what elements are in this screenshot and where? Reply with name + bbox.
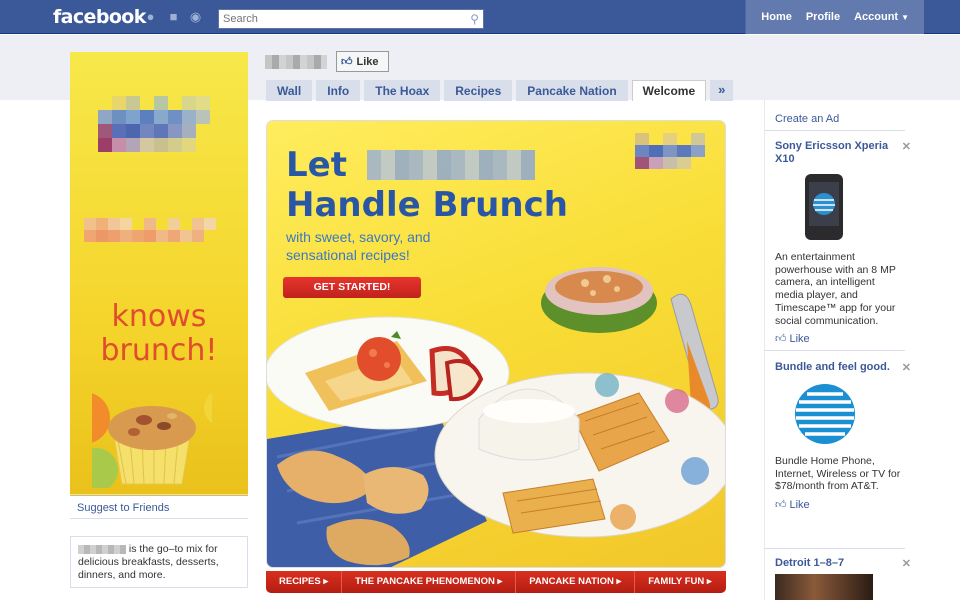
banner-nav-pancake-phenomenon[interactable]: THE PANCAKE PHENOMENON ▸ bbox=[342, 571, 517, 593]
thumbs-up-icon: 👍︎ bbox=[775, 333, 787, 346]
ad-title[interactable]: Sony Ericsson Xperia X10 bbox=[775, 140, 905, 166]
suggest-to-friends-link[interactable]: Suggest to Friends bbox=[77, 502, 169, 514]
friend-requests-icon[interactable]: ● bbox=[143, 10, 158, 24]
close-icon[interactable]: ✕ bbox=[902, 361, 911, 374]
ad-sony-ericsson: Sony Ericsson Xperia X10 ✕ An entertainm… bbox=[775, 140, 911, 345]
top-nav: Home Profile Account ▼ bbox=[745, 0, 924, 34]
chevron-down-icon: ▼ bbox=[901, 13, 909, 22]
ad-body: An entertainment powerhouse with an 8 MP… bbox=[775, 251, 896, 327]
nav-account-label: Account bbox=[854, 11, 899, 23]
thumbs-up-icon: 👍︎ bbox=[341, 56, 353, 68]
nav-home-link[interactable]: Home bbox=[761, 11, 792, 23]
pixelated-brand-name bbox=[84, 218, 216, 242]
profile-tabs: Wall Info The Hoax Recipes Pancake Natio… bbox=[266, 80, 737, 101]
close-icon[interactable]: ✕ bbox=[902, 557, 911, 570]
right-divider-3 bbox=[765, 548, 905, 549]
search-icon[interactable]: ⚲ bbox=[470, 12, 479, 26]
ad-like-label: Like bbox=[789, 333, 810, 346]
right-divider-1 bbox=[765, 130, 905, 131]
left-divider-bottom bbox=[70, 518, 248, 519]
ad-att-bundle: Bundle and feel good. ✕ Bundle Home Phon… bbox=[775, 361, 911, 511]
like-page-label: Like bbox=[356, 55, 379, 68]
facebook-logo[interactable]: facebook bbox=[53, 6, 146, 28]
banner-nav-family-fun[interactable]: FAMILY FUN ▸ bbox=[635, 571, 724, 593]
notifications-globe-icon[interactable]: ◉ bbox=[188, 10, 203, 24]
close-icon[interactable]: ✕ bbox=[902, 140, 911, 153]
tab-pancake-nation[interactable]: Pancake Nation bbox=[516, 80, 628, 101]
thumbs-up-icon: 👍︎ bbox=[775, 499, 787, 512]
banner-subhead-line1: with sweet, savory, and bbox=[286, 229, 431, 245]
ad-detroit-187: Detroit 1–8–7 ✕ bbox=[775, 557, 911, 600]
phone-image[interactable] bbox=[801, 172, 847, 242]
tab-welcome[interactable]: Welcome bbox=[631, 80, 707, 101]
banner-nav-recipes[interactable]: RECIPES ▸ bbox=[266, 571, 343, 593]
ad-like-button[interactable]: 👍︎ Like bbox=[775, 498, 905, 511]
ad-like-button[interactable]: 👍︎ Like bbox=[775, 332, 905, 345]
more-tabs-button[interactable]: » bbox=[710, 80, 734, 101]
page-info-box: is the go–to mix for delicious breakfast… bbox=[70, 536, 248, 588]
profile-picture-ad[interactable]: knows brunch! bbox=[70, 52, 248, 496]
banner-nav: RECIPES ▸ THE PANCAKE PHENOMENON ▸ PANCA… bbox=[266, 571, 726, 593]
banner-nav-pancake-nation[interactable]: PANCAKE NATION ▸ bbox=[516, 571, 636, 593]
welcome-banner: Let Handle Brunch with sweet, savory, an… bbox=[266, 120, 726, 568]
tab-wall[interactable]: Wall bbox=[266, 80, 313, 101]
like-page-button[interactable]: 👍︎ Like bbox=[336, 51, 389, 72]
banner-subhead: with sweet, savory, and sensational reci… bbox=[286, 228, 430, 264]
messages-icon[interactable]: ■ bbox=[166, 10, 181, 24]
knows-brunch-text: knows brunch! bbox=[100, 299, 218, 368]
banner-headline: Let Handle Brunch bbox=[286, 145, 568, 225]
banner-headline-line2: Handle Brunch bbox=[286, 185, 568, 225]
ad-like-label: Like bbox=[789, 499, 810, 512]
left-divider-top bbox=[70, 494, 248, 495]
search-box: ⚲ bbox=[218, 9, 484, 29]
nav-account-menu[interactable]: Account ▼ bbox=[854, 11, 909, 23]
pixelated-brand-logo bbox=[635, 133, 705, 169]
blurred-brand bbox=[78, 544, 126, 554]
att-globe-logo[interactable] bbox=[793, 382, 857, 446]
right-divider-2 bbox=[765, 350, 905, 351]
brunch-food-image bbox=[267, 267, 725, 567]
ad-body: Bundle Home Phone, Internet, Wireless or… bbox=[775, 455, 901, 493]
detroit-ad-image[interactable] bbox=[775, 574, 873, 600]
banner-headline-line1: Let bbox=[286, 145, 347, 185]
top-bar: facebook ● ■ ◉ ⚲ Home Profile Account▼ bbox=[0, 0, 960, 34]
muffin-image bbox=[92, 393, 212, 488]
ad-title[interactable]: Detroit 1–8–7 bbox=[775, 557, 905, 570]
search-input[interactable] bbox=[219, 10, 459, 28]
tab-info[interactable]: Info bbox=[316, 80, 361, 101]
nav-profile-link[interactable]: Profile bbox=[806, 11, 840, 23]
create-an-ad-link[interactable]: Create an Ad bbox=[775, 113, 839, 125]
pixelated-logo bbox=[98, 96, 210, 152]
tab-recipes[interactable]: Recipes bbox=[444, 80, 513, 101]
ad-title[interactable]: Bundle and feel good. bbox=[775, 361, 905, 374]
page-name-blurred bbox=[265, 55, 327, 69]
tab-the-hoax[interactable]: The Hoax bbox=[364, 80, 441, 101]
blurred-brand-name bbox=[366, 150, 535, 180]
